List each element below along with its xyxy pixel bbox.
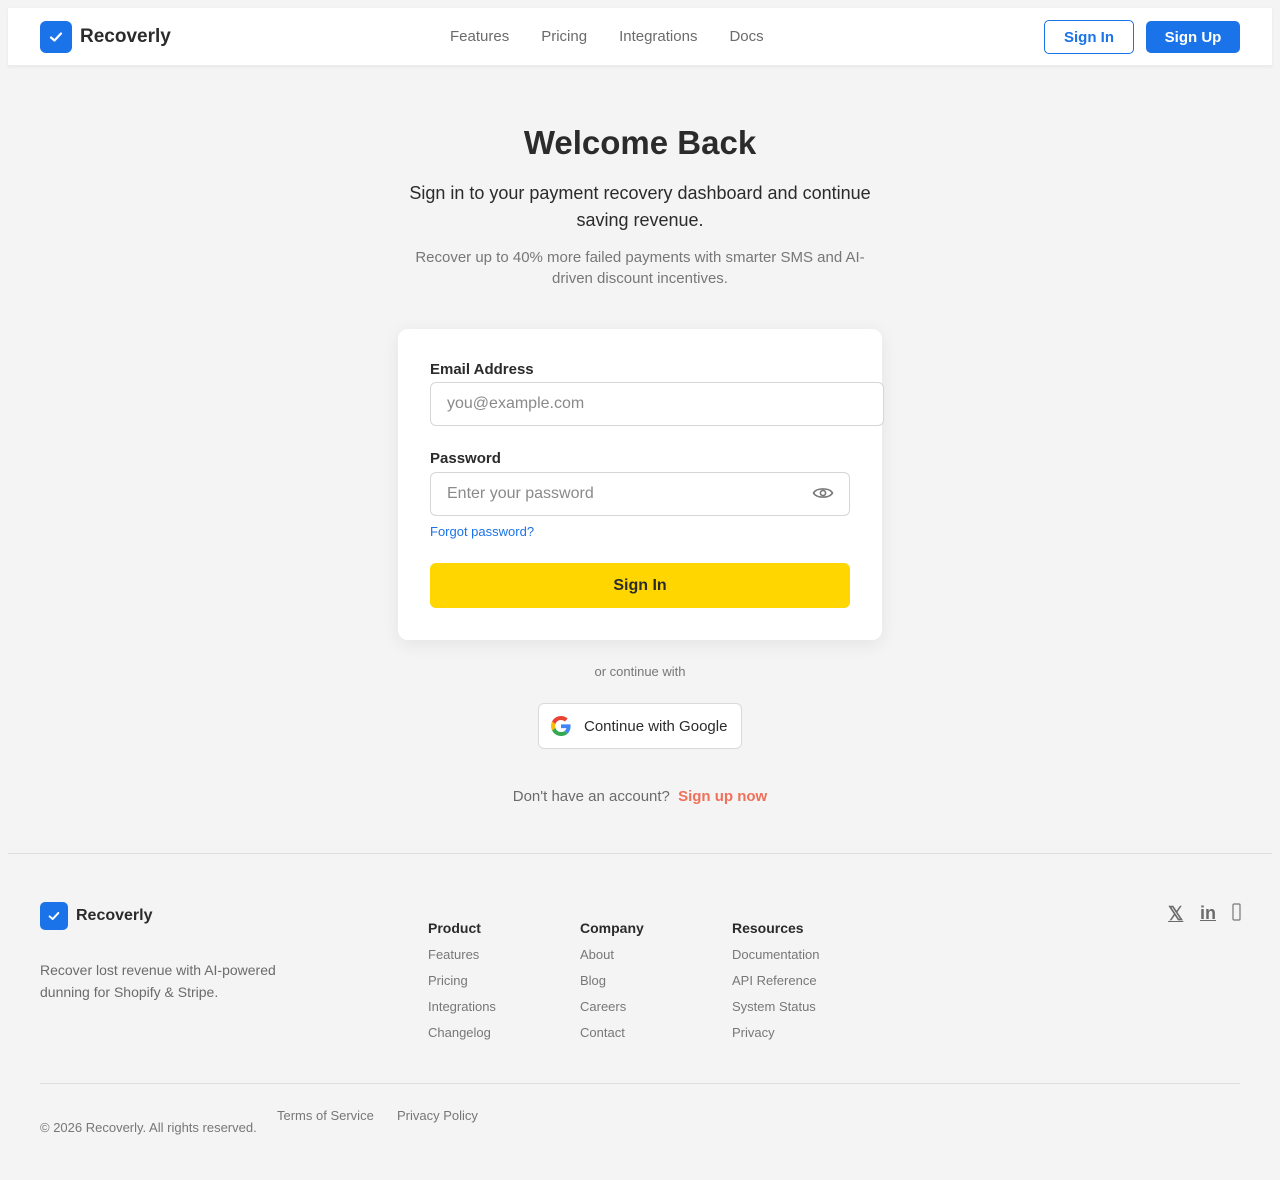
page-subtitle: Sign in to your payment recovery dashboa… xyxy=(409,183,871,230)
copyright-text: © 2026 Recoverly. All rights reserved. xyxy=(40,1120,257,1135)
footer-link-system-status[interactable]: System Status xyxy=(732,1000,819,1014)
header-sign-in-button[interactable]: Sign In xyxy=(1044,20,1134,54)
page-note: Recover up to 40% more failed payments w… xyxy=(415,249,865,287)
footer-column-company: Company About Blog Careers Contact xyxy=(580,920,644,1052)
google-icon xyxy=(551,716,571,736)
checkmark-logo-icon xyxy=(40,21,72,53)
footer-divider xyxy=(8,853,1272,854)
privacy-policy-link[interactable]: Privacy Policy xyxy=(397,1108,478,1123)
google-sign-in-button[interactable]: Continue with Google xyxy=(538,703,742,749)
footer-link-changelog[interactable]: Changelog xyxy=(428,1026,496,1040)
footer-link-blog[interactable]: Blog xyxy=(580,974,644,988)
signup-prompt-text: Don't have an account? xyxy=(512,788,670,805)
footer-brand-name: Recoverly xyxy=(76,907,153,924)
footer-link-pricing[interactable]: Pricing xyxy=(428,974,496,988)
footer-column-title: Product xyxy=(428,920,481,936)
linkedin-icon[interactable]: in xyxy=(1200,903,1216,924)
header-sign-up-button[interactable]: Sign Up xyxy=(1146,21,1240,53)
footer-column-title: Resources xyxy=(732,920,804,936)
sign-in-submit-button[interactable]: Sign In xyxy=(430,563,850,608)
nav-link-pricing[interactable]: Pricing xyxy=(541,28,587,46)
github-icon[interactable] xyxy=(1232,903,1241,921)
sign-in-card: Email Address Password Forgot password? … xyxy=(398,329,884,640)
password-input[interactable] xyxy=(430,472,850,516)
forgot-password-link[interactable]: Forgot password? xyxy=(430,524,534,539)
footer-link-documentation[interactable]: Documentation xyxy=(732,948,819,962)
footer-column-resources: Resources Documentation API Reference Sy… xyxy=(732,920,819,1052)
brand-logo[interactable]: Recoverly xyxy=(40,21,171,53)
password-label: Password xyxy=(430,450,501,467)
main-nav: Features Pricing Integrations Docs xyxy=(450,28,796,46)
footer-link-careers[interactable]: Careers xyxy=(580,1000,644,1014)
footer-link-privacy[interactable]: Privacy xyxy=(732,1026,819,1040)
divider-text: or continue with xyxy=(594,664,686,679)
email-input[interactable] xyxy=(430,382,884,426)
checkmark-logo-icon xyxy=(40,902,68,930)
footer-link-api-reference[interactable]: API Reference xyxy=(732,974,819,988)
terms-of-service-link[interactable]: Terms of Service xyxy=(277,1108,374,1123)
brand-name: Recoverly xyxy=(80,26,171,47)
top-navbar: Recoverly Features Pricing Integrations … xyxy=(8,8,1272,66)
nav-link-integrations[interactable]: Integrations xyxy=(619,28,697,46)
page-title: Welcome Back xyxy=(523,124,757,161)
footer-bottom-divider xyxy=(40,1083,1240,1084)
footer-link-contact[interactable]: Contact xyxy=(580,1026,644,1040)
footer-link-integrations[interactable]: Integrations xyxy=(428,1000,496,1014)
eye-icon[interactable] xyxy=(812,484,834,502)
footer-brand[interactable]: Recoverly xyxy=(40,902,153,930)
nav-link-docs[interactable]: Docs xyxy=(729,28,763,46)
sign-up-now-link[interactable]: Sign up now xyxy=(678,788,767,805)
footer-link-features[interactable]: Features xyxy=(428,948,496,962)
nav-link-features[interactable]: Features xyxy=(450,28,509,46)
footer-link-about[interactable]: About xyxy=(580,948,644,962)
email-label: Email Address xyxy=(430,361,534,378)
footer-description: Recover lost revenue with AI-powered dun… xyxy=(40,962,276,1000)
footer-column-title: Company xyxy=(580,920,644,936)
signup-prompt: Don't have an account? Sign up now xyxy=(0,788,1280,805)
google-button-label: Continue with Google xyxy=(584,717,728,735)
x-icon[interactable]: 𝕏 xyxy=(1168,903,1183,926)
footer-column-product: Product Features Pricing Integrations Ch… xyxy=(428,920,496,1052)
